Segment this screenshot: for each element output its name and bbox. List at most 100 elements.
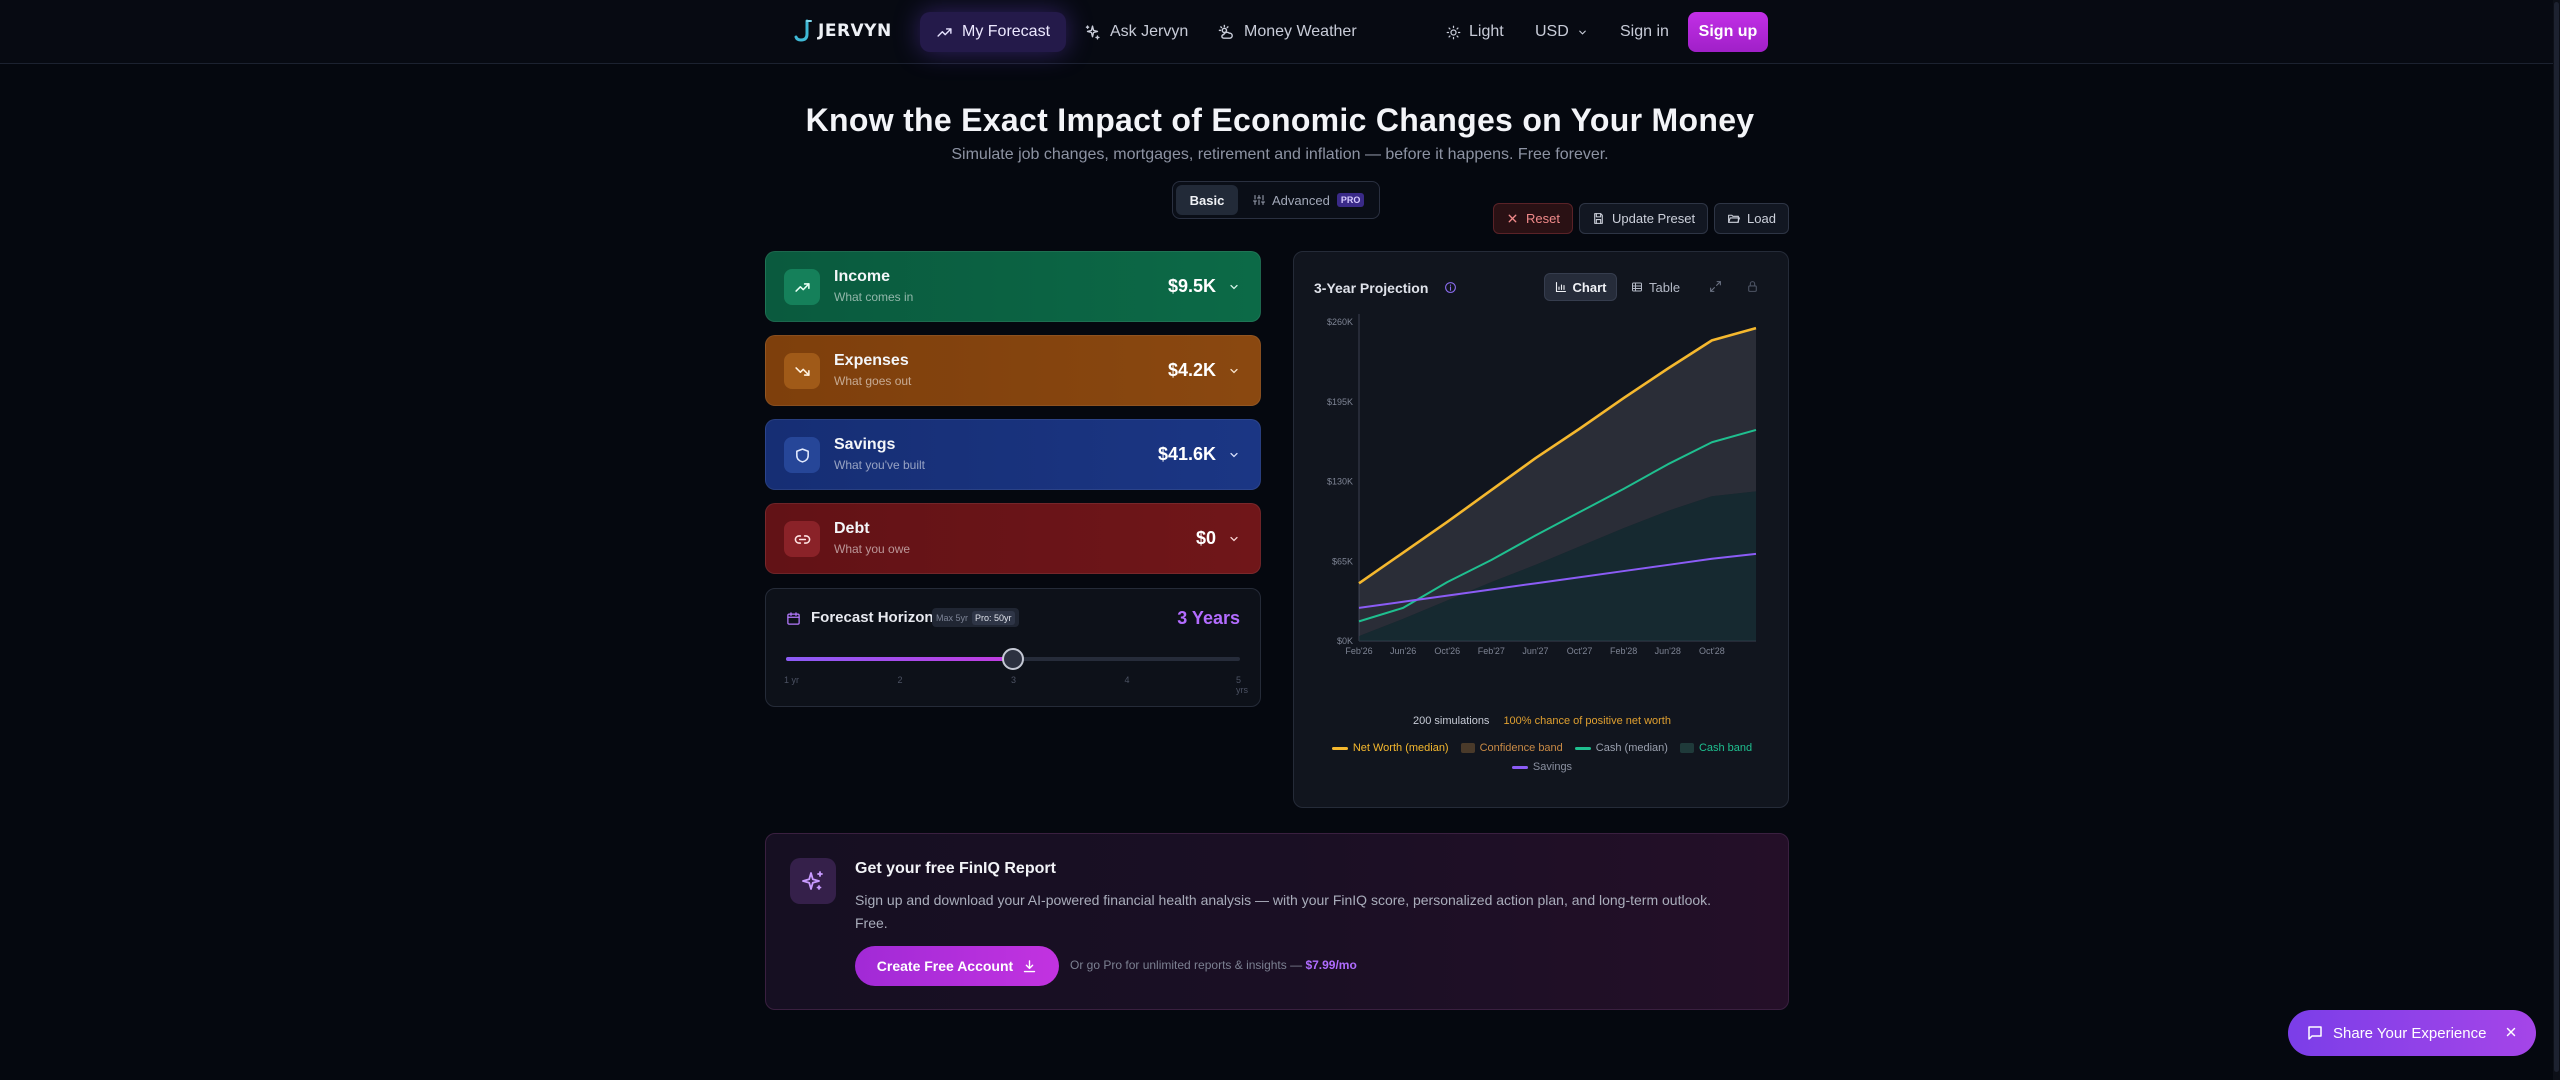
pro-upsell-label: Or go Pro for unlimited reports & insigh…	[1070, 958, 1303, 972]
income-value: $9.5K	[1167, 276, 1216, 296]
share-experience-button[interactable]: Share Your Experience	[2288, 1010, 2536, 1056]
expand-icon[interactable]	[1709, 280, 1722, 293]
scrollbar-thumb[interactable]	[2554, 2, 2559, 1072]
y-tick-label: $0K	[1337, 636, 1353, 646]
chart-view-button[interactable]: Chart	[1544, 273, 1617, 301]
debt-subtitle: What you owe	[834, 542, 911, 556]
info-icon[interactable]	[1444, 281, 1457, 294]
chevron-down-icon	[1230, 284, 1238, 290]
debt-value: $0	[1195, 528, 1216, 548]
trend-down-icon	[794, 366, 810, 376]
chart-legend-row-2: Savings	[1294, 761, 1790, 773]
folder-open-icon	[1728, 214, 1740, 223]
chevron-down-icon	[1230, 368, 1238, 374]
mode-advanced-button[interactable]: Advanced PRO	[1253, 185, 1365, 215]
savings-card[interactable]: Savings What you've built $41.6K	[765, 419, 1261, 490]
pro-price-link[interactable]: $7.99/mo	[1305, 958, 1356, 972]
nav-link-label: Ask Jervyn	[1110, 23, 1189, 40]
logo-icon	[794, 19, 812, 42]
legend-label: Savings	[1532, 761, 1573, 773]
signin-label: Sign in	[1620, 23, 1669, 40]
slider-thumb[interactable]	[1002, 648, 1024, 670]
load-button[interactable]: Load	[1714, 203, 1789, 234]
forecast-horizon-title: Forecast Horizon	[811, 609, 934, 626]
legend-label: Confidence band	[1479, 742, 1563, 754]
x-tick-label: Feb'28	[1610, 646, 1637, 656]
debt-icon-box	[784, 521, 820, 557]
signup-button[interactable]: Sign up	[1688, 12, 1768, 52]
nav-link-label: Money Weather	[1244, 23, 1357, 40]
pro-upsell-text: Or go Pro for unlimited reports & insigh…	[1070, 958, 1357, 972]
chevron-down-icon	[1230, 452, 1238, 458]
logo[interactable]: JERVYN	[794, 19, 892, 43]
nav-link-my-forecast[interactable]: My Forecast	[920, 12, 1067, 52]
pro-badge: PRO	[1336, 193, 1365, 207]
x-tick-label: Oct'27	[1567, 646, 1593, 656]
legend-label: Cash band	[1698, 742, 1753, 754]
nav-link-money-weather[interactable]: Money Weather	[1202, 12, 1373, 52]
y-tick-label: $65K	[1332, 556, 1353, 566]
legend-swatch	[1679, 743, 1694, 753]
chart-view-label: Chart	[1572, 279, 1607, 295]
theme-toggle[interactable]: Light	[1446, 12, 1504, 52]
projection-panel: $0K $65K $130K $195K $260K Feb'26 Jun'26 Oct'26…	[1293, 251, 1789, 808]
share-label: Share Your Experience	[2333, 1024, 2487, 1042]
download-icon	[1024, 959, 1036, 972]
currency-label: USD	[1535, 23, 1569, 40]
currency-select[interactable]: USD	[1535, 12, 1588, 52]
chevron-down-icon	[1578, 30, 1586, 35]
x-tick-label: Oct'26	[1434, 646, 1460, 656]
table-view-button[interactable]: Table	[1631, 273, 1680, 301]
debt-card[interactable]: Debt What you owe $0	[765, 503, 1261, 574]
report-icon-box	[790, 858, 836, 904]
forecast-horizon-slider[interactable]	[786, 648, 1240, 670]
positive-probability: 100% chance of positive net worth	[1503, 715, 1671, 727]
x-tick-label: Feb'26	[1345, 646, 1372, 656]
legend-label: Cash (median)	[1595, 742, 1668, 754]
save-icon	[1594, 213, 1603, 224]
expenses-card[interactable]: Expenses What goes out $4.2K	[765, 335, 1261, 406]
income-card[interactable]: Income What comes in $9.5K	[765, 251, 1261, 322]
sparkles-icon	[802, 871, 823, 890]
mode-basic-button[interactable]: Basic	[1176, 185, 1238, 215]
legend-item: Cash (median)	[1574, 742, 1668, 754]
income-title: Income	[834, 268, 891, 285]
x-tick-label: Oct'28	[1699, 646, 1725, 656]
nav-link-label: My Forecast	[962, 23, 1051, 40]
signin-link[interactable]: Sign in	[1620, 12, 1669, 52]
cloud-sun-icon	[1218, 24, 1233, 39]
bar-chart-icon	[1555, 281, 1566, 293]
debt-title: Debt	[834, 520, 870, 537]
expenses-value: $4.2K	[1167, 360, 1216, 380]
forecast-horizon-value: 3 Years	[1177, 608, 1240, 628]
y-tick-label: $130K	[1327, 477, 1353, 487]
close-icon[interactable]	[2504, 1025, 2518, 1039]
expenses-subtitle: What goes out	[834, 374, 912, 388]
reset-button[interactable]: Reset	[1493, 203, 1573, 234]
create-account-label: Create Free Account	[876, 958, 1014, 974]
load-label: Load	[1747, 211, 1776, 226]
lock-icon[interactable]	[1746, 280, 1759, 293]
logo-text: JERVYN	[818, 21, 892, 41]
chevron-down-icon	[1230, 536, 1238, 542]
report-body: Sign up and download your AI-powered fin…	[855, 892, 1712, 931]
savings-subtitle: What you've built	[834, 458, 926, 472]
mode-advanced-label: Advanced	[1272, 192, 1330, 208]
slider-tick-label: 4	[1124, 675, 1130, 685]
table-view-label: Table	[1649, 279, 1681, 295]
legend-swatch	[1460, 743, 1475, 753]
savings-icon-box	[784, 437, 820, 473]
mode-toggle: Basic Advanced PRO	[1172, 181, 1380, 219]
legend-item: Savings	[1511, 761, 1573, 773]
finiq-report-cta: Get your free FinIQ Report Sign up and d…	[765, 833, 1789, 1010]
trend-up-icon	[794, 282, 810, 292]
update-preset-button[interactable]: Update Preset	[1579, 203, 1709, 234]
forecast-horizon-panel: Forecast Horizon Max 5yr Pro: 50yr 3 Yea…	[765, 588, 1261, 707]
nav-link-ask-jervyn[interactable]: Ask Jervyn	[1068, 12, 1204, 52]
expenses-icon-box	[784, 353, 820, 389]
legend-item: Confidence band	[1460, 742, 1563, 754]
page-scrollbar[interactable]	[2553, 0, 2560, 1080]
create-free-account-button[interactable]: Create Free Account	[855, 946, 1059, 986]
slider-tick-label: 5 yrs	[1236, 675, 1248, 695]
income-icon-box	[784, 269, 820, 305]
